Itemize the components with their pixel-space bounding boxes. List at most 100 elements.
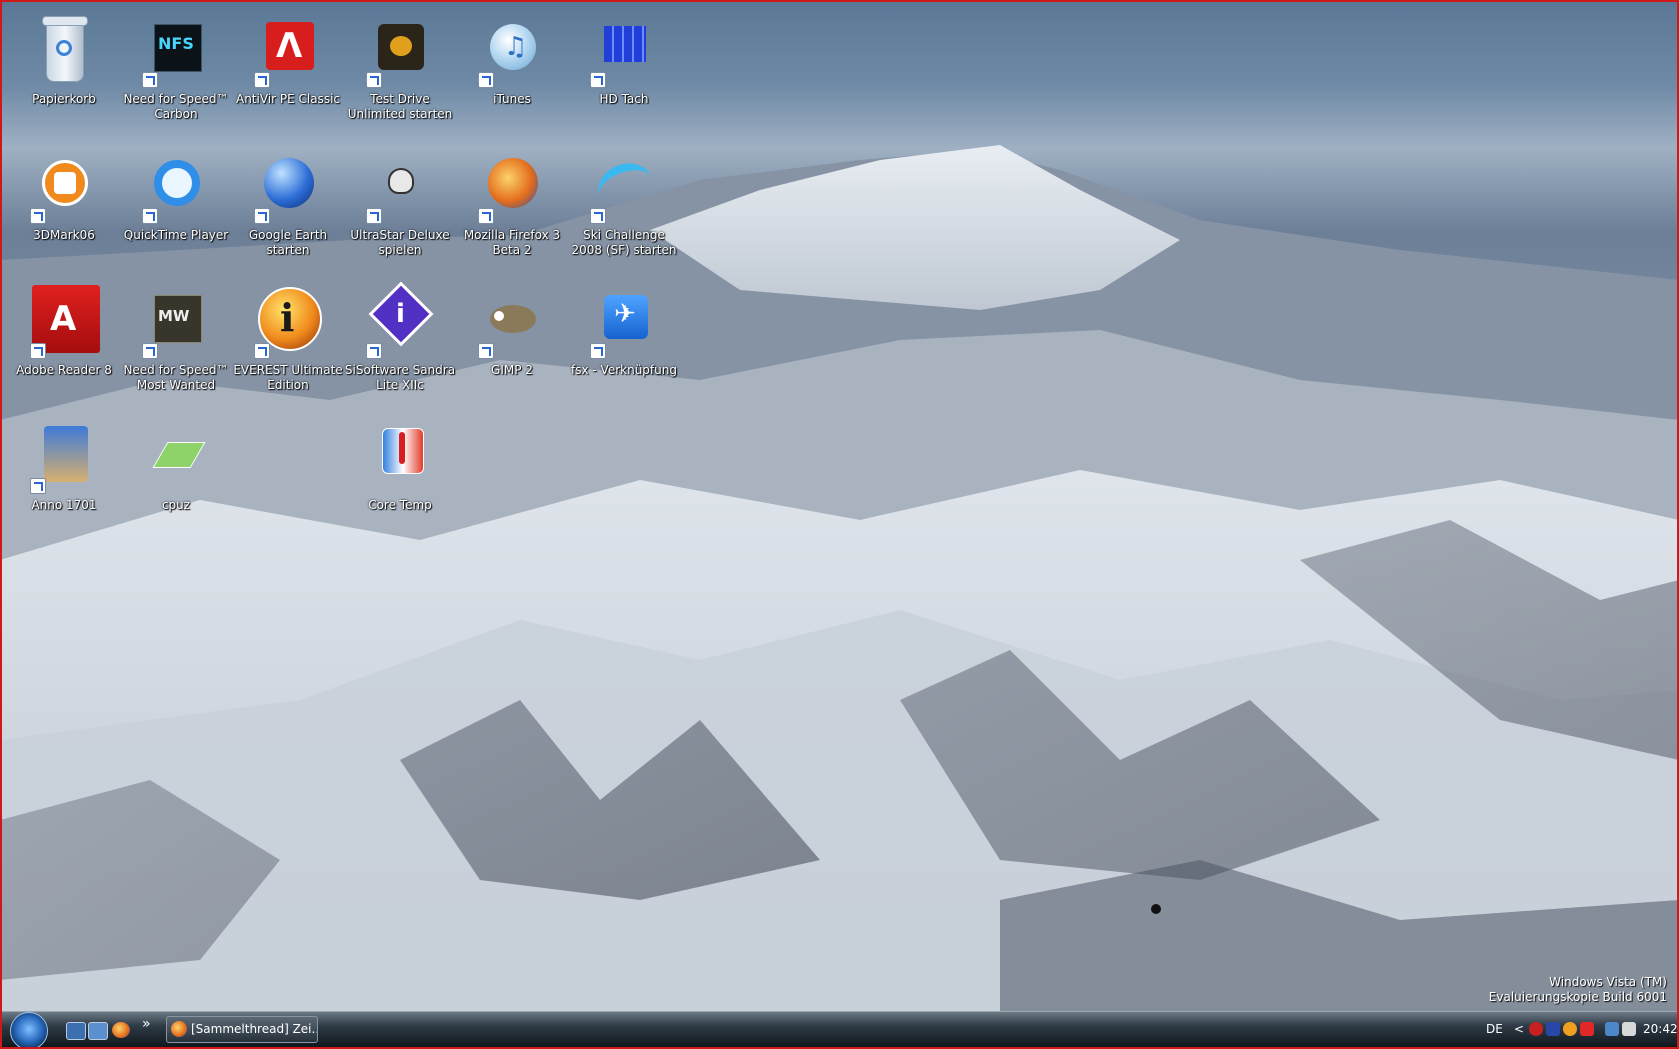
volume-icon[interactable] bbox=[1622, 1022, 1636, 1036]
watermark-line-2: Evaluierungskopie Build 6001 bbox=[1488, 990, 1667, 1004]
shortcut-arrow-icon bbox=[590, 343, 606, 359]
task-button-firefox[interactable]: [Sammelthread] Zei... bbox=[166, 1016, 318, 1043]
desktop-icon-label: Papierkorb bbox=[32, 92, 96, 106]
shortcut-arrow-icon bbox=[254, 208, 270, 224]
firefox-icon bbox=[171, 1021, 187, 1037]
firefox-icon bbox=[476, 150, 548, 224]
desktop-icon-label: Need for Speed™ Most Wanted bbox=[123, 363, 229, 392]
watermark-line-1: Windows Vista (TM) bbox=[1549, 975, 1667, 989]
language-indicator[interactable]: DE bbox=[1486, 1022, 1503, 1036]
shortcut-arrow-icon bbox=[30, 208, 46, 224]
desktop-icon-3dmark[interactable]: 3DMark06 bbox=[8, 144, 120, 294]
gimp-icon bbox=[476, 285, 548, 359]
shortcut-arrow-icon bbox=[366, 208, 382, 224]
desktop-icon-antivir[interactable]: Λ AntiVir PE Classic bbox=[232, 8, 344, 158]
clock[interactable]: 20:42 bbox=[1643, 1022, 1677, 1036]
ski-challenge-icon bbox=[588, 150, 661, 224]
everest-icon: i bbox=[252, 285, 324, 359]
firefox-icon[interactable] bbox=[112, 1022, 130, 1038]
shortcut-arrow-icon bbox=[142, 343, 158, 359]
shortcut-arrow-icon bbox=[478, 208, 494, 224]
desktop-icon-test-drive[interactable]: Test Drive Unlimited starten bbox=[344, 8, 456, 158]
desktop-icon-gimp[interactable]: GIMP 2 bbox=[456, 279, 568, 429]
quick-launch-overflow[interactable]: » bbox=[142, 1016, 151, 1032]
shortcut-arrow-icon bbox=[142, 208, 158, 224]
os-watermark: Windows Vista (TM) Evaluierungskopie Bui… bbox=[1489, 975, 1667, 1005]
core-temp-icon bbox=[364, 420, 436, 492]
shortcut-arrow-icon bbox=[254, 72, 270, 88]
quicktime-icon bbox=[140, 150, 212, 224]
sandra-icon: i bbox=[364, 281, 436, 359]
test-drive-icon bbox=[364, 14, 436, 88]
desktop-icon-cpuz[interactable]: cpuz bbox=[120, 414, 232, 564]
hd-tach-icon bbox=[588, 14, 660, 88]
taskbar: » [Sammelthread] Zei... DE < 20:42 bbox=[2, 1011, 1677, 1047]
desktop-icon-google-earth[interactable]: Google Earth starten bbox=[232, 144, 344, 294]
desktop-icon-label: GIMP 2 bbox=[491, 363, 533, 377]
desktop-icon-label: QuickTime Player bbox=[123, 228, 229, 242]
desktop-icon-ski-challenge[interactable]: Ski Challenge 2008 (SF) starten bbox=[568, 144, 680, 294]
desktop-icon-label: fsx - Verknüpfung bbox=[571, 363, 677, 377]
desktop-icon-recycle-bin[interactable]: Papierkorb bbox=[8, 8, 120, 158]
shortcut-arrow-icon bbox=[478, 72, 494, 88]
google-earth-icon bbox=[252, 150, 324, 224]
sun-tray-icon[interactable] bbox=[1563, 1022, 1577, 1036]
desktop[interactable]: Papierkorb NFS Need for Speed™ Carbon Λ Anti… bbox=[0, 0, 1679, 1049]
desktop-icon-fsx[interactable]: ✈ fsx - Verknüpfung bbox=[568, 279, 680, 429]
shortcut-arrow-icon bbox=[30, 478, 46, 494]
desktop-icon-adobe-reader[interactable]: A Adobe Reader 8 bbox=[8, 279, 120, 429]
desktop-icon-label: Core Temp bbox=[368, 498, 432, 512]
desktop-icon-label: Ski Challenge 2008 (SF) starten bbox=[571, 228, 677, 257]
recycle-bin-icon bbox=[28, 14, 100, 86]
nfs-most-wanted-icon: MW bbox=[140, 285, 212, 359]
desktop-icon-label: Mozilla Firefox 3 Beta 2 bbox=[463, 228, 561, 257]
task-button-label: [Sammelthread] Zei... bbox=[191, 1022, 318, 1036]
desktop-icon-ultrastar[interactable]: UltraStar Deluxe spielen bbox=[344, 144, 456, 294]
desktop-icon-label: iTunes bbox=[493, 92, 531, 106]
desktop-icon-label: Need for Speed™ Carbon bbox=[123, 92, 229, 121]
notification-area: DE < 20:42 bbox=[1471, 1012, 1677, 1047]
desktop-icon-nfs-most-wanted[interactable]: MW Need for Speed™ Most Wanted bbox=[120, 279, 232, 429]
shortcut-arrow-icon bbox=[142, 72, 158, 88]
desktop-icon-label: Adobe Reader 8 bbox=[16, 363, 112, 377]
shortcut-arrow-icon bbox=[366, 72, 382, 88]
show-desktop-icon[interactable] bbox=[66, 1022, 86, 1040]
antivir-icon: Λ bbox=[252, 14, 324, 88]
switch-windows-icon[interactable] bbox=[88, 1022, 108, 1040]
desktop-icon-itunes[interactable]: ♫ iTunes bbox=[456, 8, 568, 158]
nfs-carbon-icon: NFS bbox=[140, 14, 212, 88]
tray-expand-button[interactable]: < bbox=[1514, 1022, 1524, 1036]
shortcut-arrow-icon bbox=[366, 343, 382, 359]
desktop-icon-hd-tach[interactable]: HD Tach bbox=[568, 8, 680, 158]
shortcut-arrow-icon bbox=[478, 343, 494, 359]
desktop-icon-core-temp[interactable]: Core Temp bbox=[344, 414, 456, 564]
shortcut-arrow-icon bbox=[590, 72, 606, 88]
desktop-icon-label: UltraStar Deluxe spielen bbox=[350, 228, 450, 257]
anno-icon bbox=[28, 420, 100, 494]
desktop-icon-label: cpuz bbox=[161, 498, 191, 512]
desktop-icon-anno[interactable]: Anno 1701 bbox=[8, 414, 120, 564]
desktop-icon-label: SiSoftware Sandra Lite XIIc bbox=[344, 363, 456, 392]
desktop-icon-label: Test Drive Unlimited starten bbox=[347, 92, 453, 121]
antivir-umbrella-icon[interactable] bbox=[1580, 1022, 1594, 1036]
desktop-icon-label: Anno 1701 bbox=[31, 498, 97, 512]
ultrastar-icon bbox=[364, 150, 436, 224]
antivir-tray-icon[interactable] bbox=[1529, 1022, 1543, 1036]
shortcut-arrow-icon bbox=[30, 343, 46, 359]
desktop-icon-label: HD Tach bbox=[599, 92, 649, 106]
fsx-icon: ✈ bbox=[588, 285, 660, 359]
desktop-icon-label: 3DMark06 bbox=[33, 228, 95, 242]
cpuz-icon bbox=[140, 420, 212, 492]
itunes-icon: ♫ bbox=[476, 14, 548, 88]
shortcut-arrow-icon bbox=[254, 343, 270, 359]
desktop-icon-label: EVEREST Ultimate Edition bbox=[233, 363, 343, 392]
desktop-icon-nfs-carbon[interactable]: NFS Need for Speed™ Carbon bbox=[120, 8, 232, 158]
desktop-icon-everest[interactable]: i EVEREST Ultimate Edition bbox=[232, 279, 344, 429]
desktop-icon-sandra[interactable]: i SiSoftware Sandra Lite XIIc bbox=[344, 279, 456, 429]
3dmark-icon bbox=[28, 150, 100, 224]
desktop-icon-firefox[interactable]: Mozilla Firefox 3 Beta 2 bbox=[456, 144, 568, 294]
network-connection-icon[interactable] bbox=[1605, 1022, 1619, 1036]
windows-start-orb-icon[interactable] bbox=[10, 1012, 48, 1047]
network-tray-icon[interactable] bbox=[1546, 1022, 1560, 1036]
desktop-icon-quicktime[interactable]: QuickTime Player bbox=[120, 144, 232, 294]
